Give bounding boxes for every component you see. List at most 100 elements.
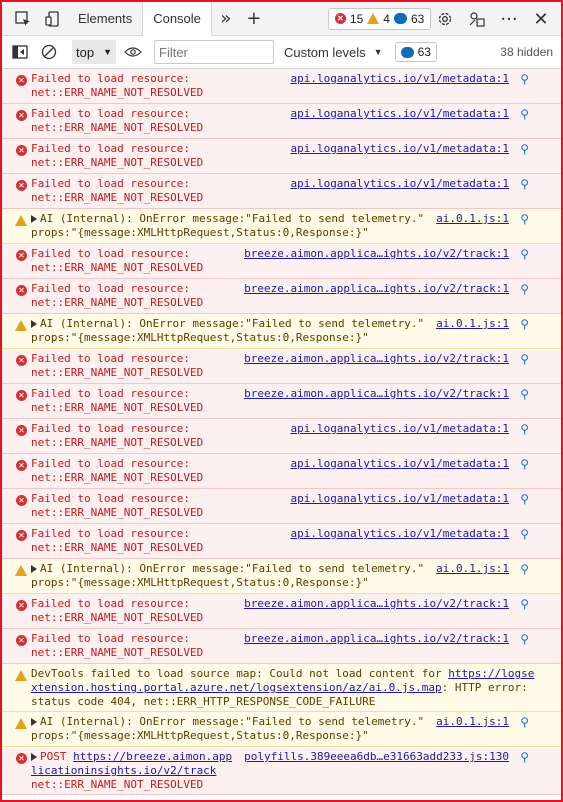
request-url-link[interactable]: licationinsights.io/v2/track bbox=[31, 764, 561, 778]
more-options-icon[interactable]: ··· bbox=[495, 4, 523, 34]
sourcemap-link[interactable]: xtension.hosting.portal.azure.net/logsex… bbox=[31, 681, 442, 694]
clear-console-icon[interactable] bbox=[36, 37, 62, 67]
error-message[interactable]: ✕ Failed to load resource: net::ERR_NAME_N… bbox=[2, 489, 561, 524]
warning-message[interactable]: AI (Internal): OnError message:"Failed t… bbox=[2, 314, 561, 349]
expand-triangle-icon[interactable] bbox=[31, 565, 37, 573]
message-detail: net::ERR_NAME_NOT_RESOLVED bbox=[31, 86, 204, 99]
search-network-icon[interactable]: ⚲ bbox=[520, 422, 529, 436]
search-network-icon[interactable]: ⚲ bbox=[520, 72, 529, 86]
tab-elements[interactable]: Elements bbox=[68, 2, 142, 36]
warning-message[interactable]: AI (Internal): OnError message:"Failed t… bbox=[2, 559, 561, 594]
error-message[interactable]: ✕ Failed to load resource: net::ERR_NAME_N… bbox=[2, 349, 561, 384]
source-link[interactable]: polyfills.389eeea6db…e31663add233.js:130 bbox=[244, 750, 509, 764]
search-network-icon[interactable]: ⚲ bbox=[520, 212, 529, 226]
post-error-message[interactable]: ✕ POST https://breeze.aimon.app licationin… bbox=[2, 747, 561, 795]
log-levels-dropdown[interactable]: Custom levels ▼ bbox=[284, 45, 383, 60]
dropdown-arrow-icon: ▼ bbox=[373, 47, 383, 57]
info-icon bbox=[400, 46, 414, 58]
gear-icon[interactable] bbox=[431, 4, 459, 34]
error-icon: ✕ bbox=[16, 75, 27, 86]
error-message[interactable]: ✕ Failed to load resource: net::ERR_NAME_N… bbox=[2, 174, 561, 209]
issue-counts-button[interactable]: ✕ 15 4 63 bbox=[327, 7, 432, 30]
request-url-link[interactable]: https://breeze.aimon.app bbox=[73, 750, 232, 763]
warning-message[interactable]: AI (Internal): OnError message:"Failed t… bbox=[2, 712, 561, 747]
error-message[interactable]: ✕ Failed to load resource: net::ERR_NAME_N… bbox=[2, 139, 561, 174]
expand-triangle-icon[interactable] bbox=[31, 753, 37, 761]
sidebar-toggle-icon[interactable] bbox=[10, 37, 30, 67]
source-link[interactable]: breeze.aimon.applica…ights.io/v2/track:1 bbox=[244, 387, 509, 401]
error-message[interactable]: ✕ Failed to load resource: net::ERR_NAME_N… bbox=[2, 629, 561, 664]
sourcemap-link[interactable]: https://logse bbox=[448, 667, 534, 680]
error-message[interactable]: ✕ Failed to load resource: net::ERR_NAME_N… bbox=[2, 524, 561, 559]
source-link[interactable]: api.loganalytics.io/v1/metadata:1 bbox=[290, 72, 509, 86]
source-link[interactable]: ai.0.1.js:1 bbox=[436, 715, 509, 729]
filter-input[interactable] bbox=[154, 40, 274, 64]
search-network-icon[interactable]: ⚲ bbox=[520, 492, 529, 506]
source-link[interactable]: ai.0.1.js:1 bbox=[436, 562, 509, 576]
inspect-element-icon[interactable] bbox=[8, 4, 38, 34]
source-link[interactable]: breeze.aimon.applica…ights.io/v2/track:1 bbox=[244, 597, 509, 611]
device-emulation-icon[interactable] bbox=[38, 4, 68, 34]
source-link[interactable]: api.loganalytics.io/v1/metadata:1 bbox=[290, 422, 509, 436]
search-network-icon[interactable]: ⚲ bbox=[520, 282, 529, 296]
error-icon: ✕ bbox=[16, 425, 27, 436]
live-expression-eye-icon[interactable] bbox=[120, 37, 146, 67]
error-message[interactable]: ✕ Failed to load resource: net::ERR_NAME_N… bbox=[2, 454, 561, 489]
search-network-icon[interactable]: ⚲ bbox=[520, 750, 529, 764]
source-link[interactable]: ai.0.1.js:1 bbox=[436, 317, 509, 331]
message-count-badge[interactable]: 63 bbox=[394, 42, 437, 62]
connected-devices-icon[interactable] bbox=[463, 4, 491, 34]
error-icon: ✕ bbox=[16, 110, 27, 121]
message-detail: net::ERR_NAME_NOT_RESOLVED bbox=[31, 401, 204, 414]
search-network-icon[interactable]: ⚲ bbox=[520, 715, 529, 729]
search-network-icon[interactable]: ⚲ bbox=[520, 457, 529, 471]
source-link[interactable]: breeze.aimon.applica…ights.io/v2/track:1 bbox=[244, 632, 509, 646]
close-icon[interactable]: ✕ bbox=[527, 4, 555, 34]
expand-triangle-icon[interactable] bbox=[31, 320, 37, 328]
error-icon: ✕ bbox=[16, 600, 27, 611]
hidden-count: 38 hidden bbox=[500, 45, 553, 59]
source-link[interactable]: api.loganalytics.io/v1/metadata:1 bbox=[290, 492, 509, 506]
search-network-icon[interactable]: ⚲ bbox=[520, 317, 529, 331]
source-link[interactable]: api.loganalytics.io/v1/metadata:1 bbox=[290, 527, 509, 541]
source-link[interactable]: api.loganalytics.io/v1/metadata:1 bbox=[290, 177, 509, 191]
search-network-icon[interactable]: ⚲ bbox=[520, 632, 529, 646]
search-network-icon[interactable]: ⚲ bbox=[520, 352, 529, 366]
message-detail: net::ERR_NAME_NOT_RESOLVED bbox=[31, 436, 204, 449]
search-network-icon[interactable]: ⚲ bbox=[520, 527, 529, 541]
error-message[interactable]: ✕ Failed to load resource: net::ERR_NAME_N… bbox=[2, 419, 561, 454]
search-network-icon[interactable]: ⚲ bbox=[520, 247, 529, 261]
error-message[interactable]: ✕ Failed to load resource: net::ERR_NAME_N… bbox=[2, 69, 561, 104]
warning-message[interactable]: AI (Internal): OnError message:"Failed t… bbox=[2, 209, 561, 244]
error-message[interactable]: ✕ Failed to load resource: net::ERR_NAME_N… bbox=[2, 384, 561, 419]
source-link[interactable]: ai.0.1.js:1 bbox=[436, 212, 509, 226]
error-message[interactable]: ✕ Failed to load resource: net::ERR_NAME_N… bbox=[2, 594, 561, 629]
search-network-icon[interactable]: ⚲ bbox=[520, 387, 529, 401]
source-link[interactable]: breeze.aimon.applica…ights.io/v2/track:1 bbox=[244, 352, 509, 366]
context-selector[interactable]: top ▼ bbox=[72, 40, 116, 64]
source-link[interactable]: api.loganalytics.io/v1/metadata:1 bbox=[290, 457, 509, 471]
source-link[interactable]: api.loganalytics.io/v1/metadata:1 bbox=[290, 107, 509, 121]
tab-console[interactable]: Console bbox=[142, 2, 212, 36]
message-detail: status code 404, net::ERR_HTTP_RESPONSE_… bbox=[31, 695, 376, 708]
error-message[interactable]: ✕ Failed to load resource: net::ERR_NAME_N… bbox=[2, 279, 561, 314]
search-network-icon[interactable]: ⚲ bbox=[520, 142, 529, 156]
source-link[interactable]: api.loganalytics.io/v1/metadata:1 bbox=[290, 142, 509, 156]
sourcemap-warning[interactable]: DevTools failed to load source map: Coul… bbox=[2, 664, 561, 712]
search-network-icon[interactable]: ⚲ bbox=[520, 107, 529, 121]
search-network-icon[interactable]: ⚲ bbox=[520, 177, 529, 191]
error-message[interactable]: ✕ Failed to load resource: net::ERR_NAME_N… bbox=[2, 104, 561, 139]
search-network-icon[interactable]: ⚲ bbox=[520, 562, 529, 576]
source-link[interactable]: breeze.aimon.applica…ights.io/v2/track:1 bbox=[244, 247, 509, 261]
message-count: 63 bbox=[417, 45, 431, 59]
add-tab-icon[interactable]: + bbox=[240, 4, 268, 34]
expand-triangle-icon[interactable] bbox=[31, 215, 37, 223]
error-icon: ✕ bbox=[16, 285, 27, 296]
expand-triangle-icon[interactable] bbox=[31, 718, 37, 726]
error-message[interactable]: ✕ Failed to load resource: net::ERR_NAME_N… bbox=[2, 244, 561, 279]
source-link[interactable]: breeze.aimon.applica…ights.io/v2/track:1 bbox=[244, 282, 509, 296]
message-detail: net::ERR_NAME_NOT_RESOLVED bbox=[31, 506, 204, 519]
search-network-icon[interactable]: ⚲ bbox=[520, 597, 529, 611]
more-tabs-icon[interactable]: » bbox=[212, 4, 240, 34]
warning-icon bbox=[15, 718, 27, 729]
